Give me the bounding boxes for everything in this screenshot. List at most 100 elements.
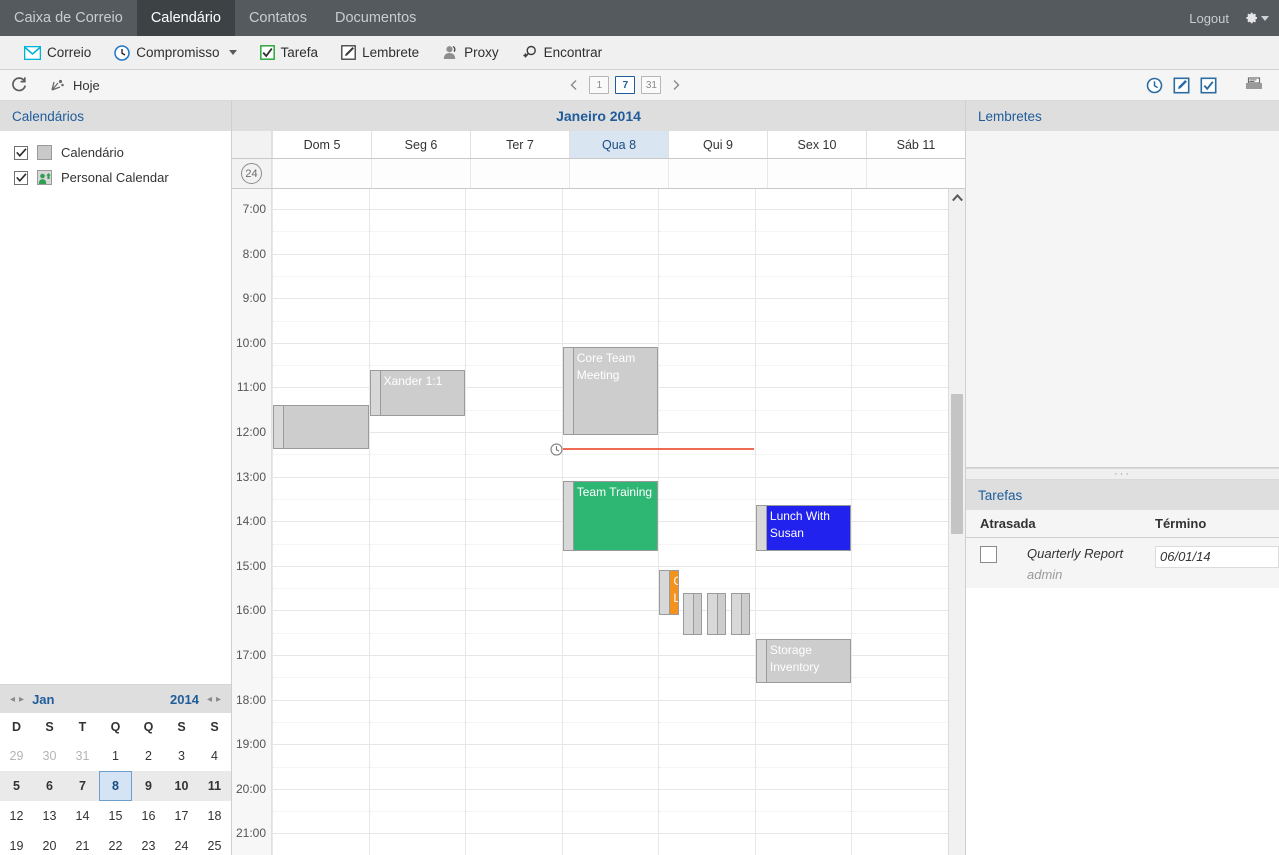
all-day-cell[interactable] <box>668 159 767 188</box>
task-complete-checkbox[interactable] <box>980 546 997 563</box>
app-tab-documents[interactable]: Documentos <box>321 0 430 36</box>
tasks-col-overdue[interactable]: Atrasada <box>980 516 1155 531</box>
mini-year-label[interactable]: 2014 <box>170 692 199 707</box>
prev-period-button[interactable] <box>565 76 583 94</box>
day-header-seg-6[interactable]: Seg 6 <box>371 131 470 158</box>
app-tab-calendar[interactable]: Calendário <box>136 0 235 36</box>
calendar-checkbox[interactable] <box>14 170 28 185</box>
mini-next-month-button[interactable]: ▸ <box>17 694 26 705</box>
mini-calendar-day[interactable]: 23 <box>132 831 165 855</box>
calendar-event[interactable]: Storage Inventory <box>755 639 852 683</box>
mini-calendar-day[interactable]: 22 <box>99 831 132 855</box>
show-tasks-button[interactable] <box>1200 76 1217 94</box>
mini-calendar-day[interactable]: 15 <box>99 801 132 831</box>
day-header-qui-9[interactable]: Qui 9 <box>668 131 767 158</box>
mini-calendar-day[interactable]: 25 <box>198 831 231 855</box>
mini-calendar-day[interactable]: 12 <box>0 801 33 831</box>
print-button[interactable] <box>1245 77 1263 93</box>
logout-button[interactable]: Logout <box>1189 11 1229 26</box>
all-day-cell[interactable] <box>470 159 569 188</box>
all-day-cell[interactable] <box>371 159 470 188</box>
day-header-qua-8[interactable]: Qua 8 <box>569 131 668 158</box>
app-tab-contacts[interactable]: Contatos <box>235 0 321 36</box>
new-task-button[interactable]: Tarefa <box>250 41 329 64</box>
scrollbar-thumb[interactable] <box>951 394 963 534</box>
day-header-sex-10[interactable]: Sex 10 <box>767 131 866 158</box>
calendar-event[interactable] <box>707 593 727 635</box>
mini-calendar-day[interactable]: 24 <box>165 831 198 855</box>
day-column-3[interactable] <box>465 189 562 855</box>
day-header-sab-11[interactable]: Sáb 11 <box>866 131 965 158</box>
reminders-list[interactable] <box>966 131 1279 467</box>
calendar-event[interactable] <box>273 405 369 449</box>
mini-next-year-button[interactable]: ▸ <box>214 694 223 705</box>
day-column-7[interactable] <box>851 189 948 855</box>
all-day-cell[interactable] <box>767 159 866 188</box>
mini-calendar-day[interactable]: 19 <box>0 831 33 855</box>
day-column-5[interactable]: C L <box>658 189 755 855</box>
proxy-button[interactable]: Proxy <box>432 41 509 64</box>
all-day-cell[interactable] <box>866 159 965 188</box>
mini-calendar-day[interactable]: 3 <box>165 741 198 771</box>
find-button[interactable]: Encontrar <box>512 41 613 64</box>
day-header-ter-7[interactable]: Ter 7 <box>470 131 569 158</box>
calendar-event[interactable] <box>683 593 703 635</box>
calendar-scrollbar[interactable] <box>948 189 965 855</box>
calendar-event[interactable]: Team Training <box>562 481 659 551</box>
panel-splitter[interactable]: ··· <box>966 468 1279 480</box>
day-column-4[interactable]: Core Team Meeting Team Training <box>550 189 754 855</box>
new-mail-button[interactable]: Correio <box>14 41 101 64</box>
mini-calendar-day[interactable]: 13 <box>33 801 66 831</box>
mini-calendar-day[interactable]: 5 <box>0 771 33 801</box>
app-tab-mail[interactable]: Caixa de Correio <box>0 0 137 36</box>
show-reminders-button[interactable] <box>1173 76 1190 94</box>
mini-calendar-day[interactable]: 16 <box>132 801 165 831</box>
mini-month-label[interactable]: Jan <box>32 692 54 707</box>
refresh-button[interactable] <box>10 76 28 94</box>
view-day-button[interactable]: 1 <box>589 76 610 94</box>
task-row[interactable]: Quarterly Report admin 06/01/14 <box>966 538 1279 588</box>
mini-calendar-day[interactable]: 7 <box>66 771 99 801</box>
calendar-event[interactable]: Xander 1:1 <box>369 370 466 416</box>
calendar-event[interactable]: Core Team Meeting <box>562 347 659 435</box>
mini-calendar-day[interactable]: 11 <box>198 771 231 801</box>
tasks-col-due[interactable]: Término <box>1155 516 1279 531</box>
calendar-event[interactable]: C L <box>659 570 680 615</box>
mini-calendar-day[interactable]: 30 <box>33 741 66 771</box>
mini-calendar-day[interactable]: 6 <box>33 771 66 801</box>
day-column-1[interactable] <box>272 189 369 855</box>
day-header-dom-5[interactable]: Dom 5 <box>272 131 371 158</box>
mini-calendar-day[interactable]: 29 <box>0 741 33 771</box>
mini-prev-year-button[interactable]: ◂ <box>205 694 214 705</box>
view-month-button[interactable]: 31 <box>641 76 662 94</box>
view-week-button[interactable]: 7 <box>615 76 636 94</box>
mini-calendar-day[interactable]: 4 <box>198 741 231 771</box>
scroll-up-button[interactable] <box>949 189 965 206</box>
mini-calendar-day[interactable]: 20 <box>33 831 66 855</box>
mini-calendar-day[interactable]: 17 <box>165 801 198 831</box>
mini-calendar-day[interactable]: 2 <box>132 741 165 771</box>
mini-calendar-day[interactable]: 18 <box>198 801 231 831</box>
mini-calendar-day[interactable]: 21 <box>66 831 99 855</box>
calendar-item-personal-calendar[interactable]: Personal Calendar <box>0 165 231 190</box>
mini-prev-month-button[interactable]: ◂ <box>8 694 17 705</box>
mini-calendar-day[interactable]: 9 <box>132 771 165 801</box>
day-column-6[interactable]: Lunch With Susan Storage Inventory <box>754 189 852 855</box>
mini-calendar-day[interactable]: 1 <box>99 741 132 771</box>
calendar-event[interactable] <box>730 593 751 635</box>
show-appointments-button[interactable] <box>1146 77 1163 94</box>
mini-calendar-day[interactable]: 31 <box>66 741 99 771</box>
today-button[interactable]: Hoje <box>44 75 105 95</box>
all-day-cell[interactable] <box>272 159 371 188</box>
mini-calendar-day[interactable]: 10 <box>165 771 198 801</box>
settings-menu-button[interactable] <box>1243 10 1269 26</box>
calendar-event[interactable]: Lunch With Susan <box>755 505 852 551</box>
calendar-checkbox[interactable] <box>14 145 28 160</box>
mini-calendar-day[interactable]: 14 <box>66 801 99 831</box>
mini-calendar-day[interactable]: 8 <box>99 771 132 801</box>
all-day-cell[interactable] <box>569 159 668 188</box>
new-appointment-button[interactable]: Compromisso <box>104 41 246 65</box>
calendar-item-calendario[interactable]: Calendário <box>0 140 231 165</box>
day-column-2[interactable]: Xander 1:1 <box>368 189 466 855</box>
new-reminder-button[interactable]: Lembrete <box>331 41 429 64</box>
